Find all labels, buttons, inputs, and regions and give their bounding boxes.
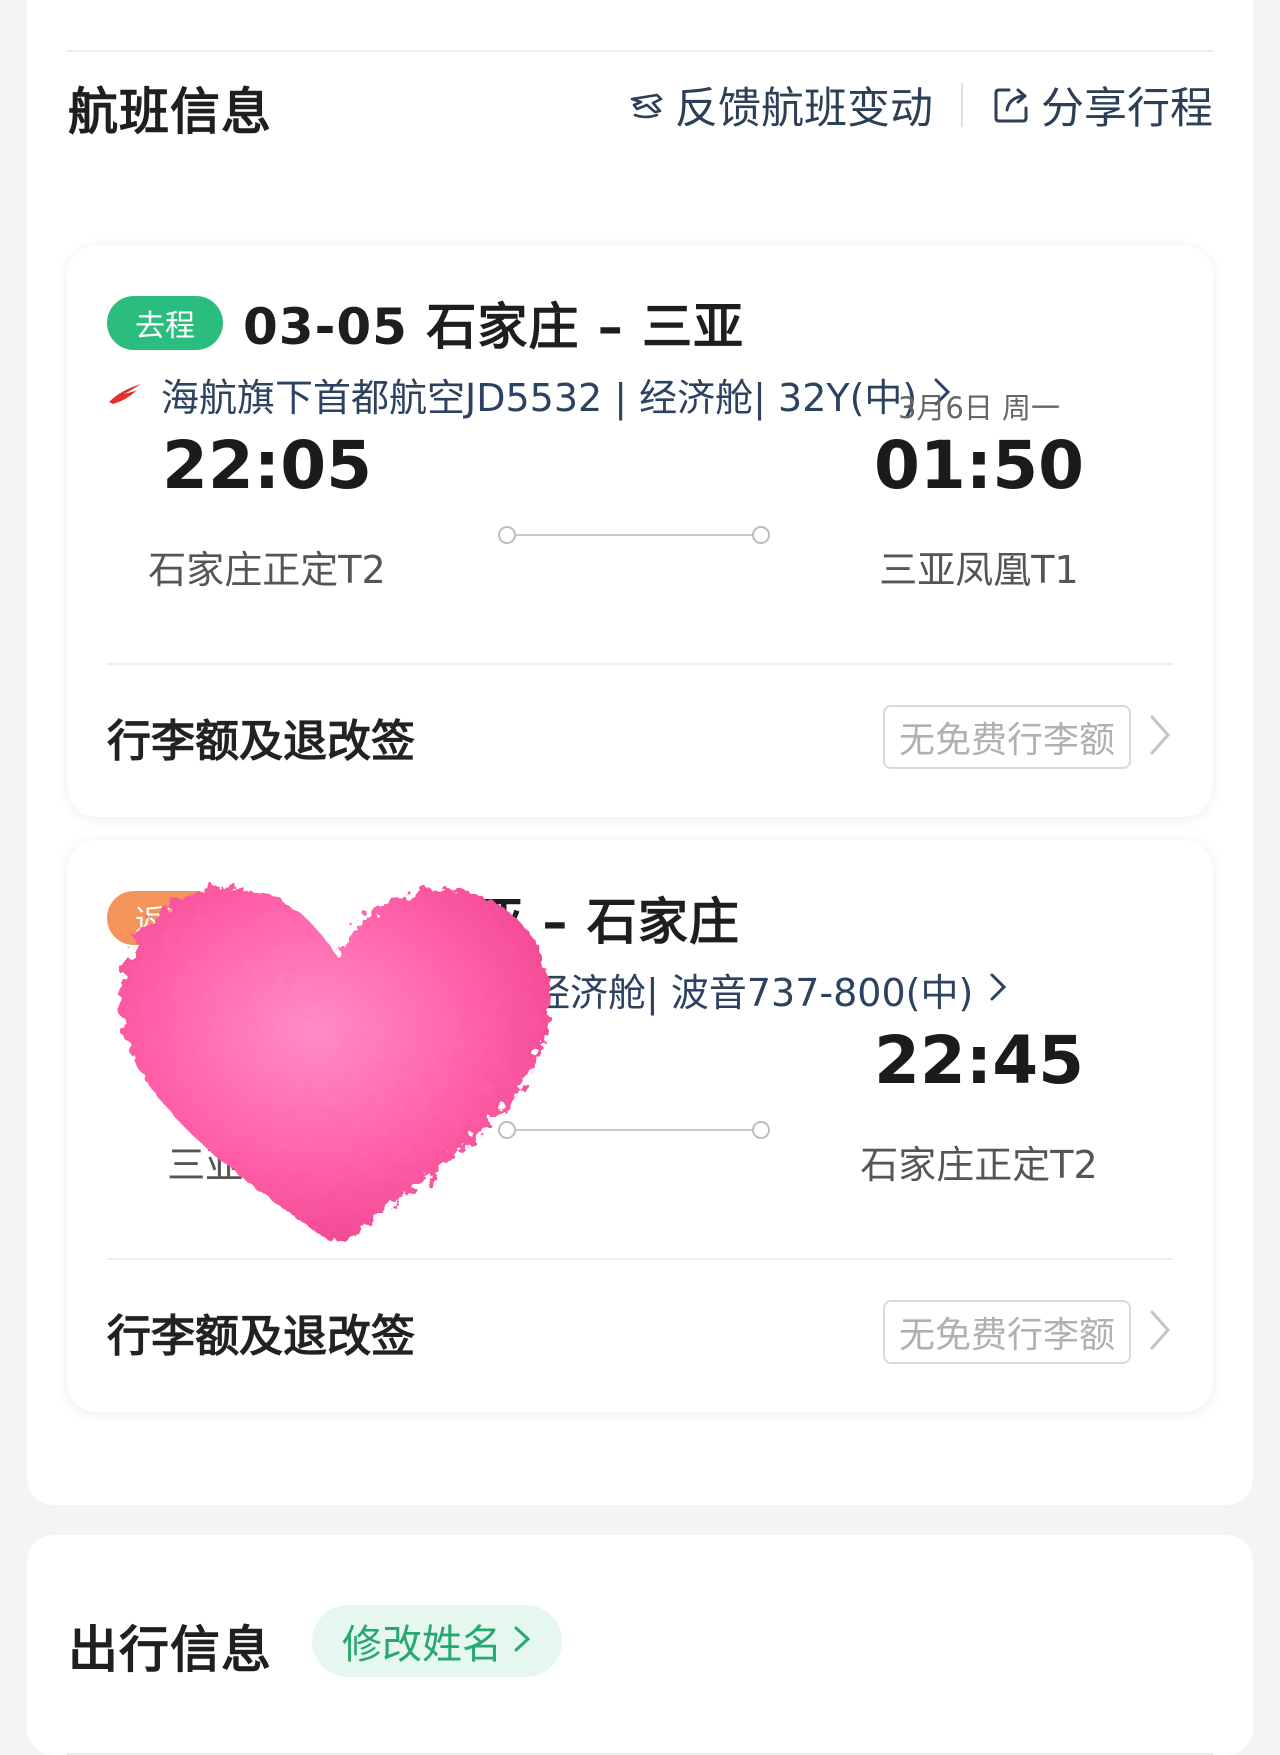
chevron-right-icon <box>1147 713 1173 761</box>
outbound-baggage-badge: 无免费行李额 <box>882 705 1131 769</box>
outbound-header: 去程 03-05 石家庄 – 三亚 <box>107 287 744 359</box>
outbound-baggage-right: 无免费行李额 <box>882 705 1173 769</box>
header-actions: 反馈航班变动 分享行程 <box>627 74 1213 136</box>
outbound-baggage-row[interactable]: 行李额及退改签 无免费行李额 <box>107 705 1173 769</box>
return-baggage-row[interactable]: 行李额及退改签 无免费行李额 <box>107 1300 1173 1364</box>
chevron-right-icon <box>987 968 1009 1012</box>
outbound-arrival: 01:50 三亚凤凰T1 <box>819 433 1139 594</box>
return-arrive-time: 22:45 <box>873 1022 1085 1099</box>
outbound-departure: 22:05 石家庄正定T2 <box>107 433 427 594</box>
chevron-right-icon <box>512 1618 532 1664</box>
return-arrive-airport: 石家庄正定T2 <box>860 1143 1098 1187</box>
return-tag: 返程 <box>107 891 223 945</box>
travel-section-title: 出行信息 <box>68 1621 272 1679</box>
share-icon <box>991 84 1033 126</box>
return-departure: 00:00 三亚凤凰T1 <box>107 1028 427 1189</box>
outbound-card-divider <box>107 663 1173 665</box>
return-flight-info: 经济舱| 波音737-800(中) <box>532 971 974 1015</box>
outbound-tag: 去程 <box>107 296 223 350</box>
return-depart-airport: 三亚凤凰T1 <box>167 1143 367 1187</box>
return-baggage-right: 无免费行李额 <box>882 1300 1173 1364</box>
top-divider <box>67 50 1213 52</box>
edit-name-button[interactable]: 修改姓名 <box>312 1605 562 1677</box>
return-arrival: 22:45 石家庄正定T2 <box>819 1028 1139 1189</box>
share-itinerary-button[interactable]: 分享行程 <box>991 74 1213 136</box>
return-route: 亚 – 石家庄 <box>473 893 740 951</box>
airline-logo-icon <box>107 373 143 417</box>
outbound-route-line <box>498 525 770 545</box>
chevron-right-icon <box>1147 1308 1173 1356</box>
return-card-divider <box>107 1258 1173 1260</box>
feedback-flight-change-button[interactable]: 反馈航班变动 <box>627 74 933 136</box>
return-flight-details-link[interactable]: 经济舱| 波音737-800(中) <box>532 962 1009 1017</box>
flight-section-title: 航班信息 <box>68 83 272 141</box>
outbound-arrive-date: 3月6日 周一 <box>897 391 1061 425</box>
outbound-baggage-title: 行李额及退改签 <box>107 716 415 767</box>
outbound-arrive-time: 01:50 <box>873 427 1085 504</box>
return-flight-card: 返程 亚 – 石家庄 经济舱| 波音737-800(中) 00:00 三亚凤凰T… <box>67 840 1213 1412</box>
edit-name-label: 修改姓名 <box>342 1622 502 1668</box>
feedback-flight-change-label: 反馈航班变动 <box>675 84 933 134</box>
return-route-line <box>498 1120 770 1140</box>
share-itinerary-label: 分享行程 <box>1041 84 1213 134</box>
outbound-flight-info: 海航旗下首都航空JD5532 | 经济舱| 32Y(中) <box>161 376 918 420</box>
outbound-flight-card: 去程 03-05 石家庄 – 三亚 海航旗下首都航空JD5532 | 经济舱| … <box>67 245 1213 817</box>
plane-feedback-icon <box>627 85 667 125</box>
travel-info-panel: 出行信息 修改姓名 <box>27 1535 1253 1755</box>
outbound-depart-time: 22:05 <box>161 427 373 504</box>
outbound-arrive-airport: 三亚凤凰T1 <box>879 548 1079 592</box>
outbound-depart-airport: 石家庄正定T2 <box>148 548 386 592</box>
return-header: 返程 亚 – 石家庄 <box>107 882 740 954</box>
return-baggage-badge: 无免费行李额 <box>882 1300 1131 1364</box>
outbound-route: 03-05 石家庄 – 三亚 <box>243 298 745 356</box>
action-separator <box>961 83 963 127</box>
return-baggage-title: 行李额及退改签 <box>107 1311 415 1362</box>
